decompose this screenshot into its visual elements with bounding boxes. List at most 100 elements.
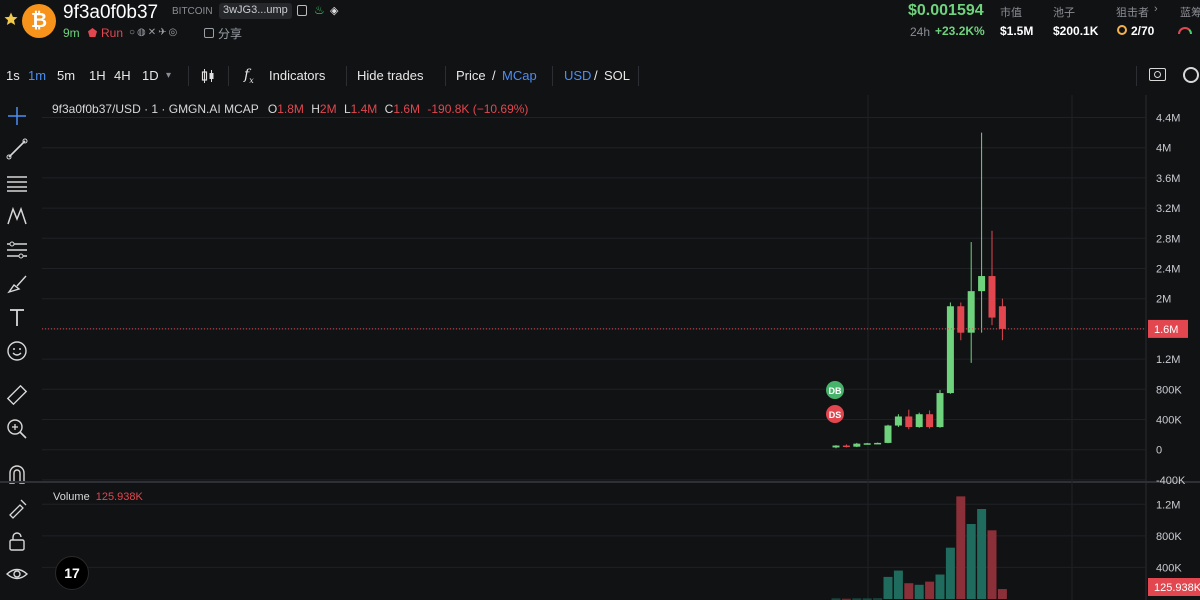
sniper-icon	[1117, 25, 1127, 35]
candle-body[interactable]	[915, 414, 923, 428]
volume-bar	[893, 570, 903, 599]
candle-body[interactable]	[884, 425, 892, 443]
social-icons[interactable]: ○◍✕✈◎	[129, 27, 179, 38]
volume-bar	[987, 530, 997, 599]
volume-bar	[935, 574, 945, 599]
trade-marker-label: DB	[829, 386, 842, 396]
volume-legend-value: 125.938K	[95, 491, 143, 503]
chain-label: BITCOIN	[172, 6, 213, 17]
candle-body[interactable]	[832, 445, 840, 448]
price-chart[interactable]: 4.4M 4M 3.6M 3.2M 2.8M 2.4M 2M 1.6M 1.2M 800K 400K…	[0, 95, 1200, 600]
candle-body[interactable]	[998, 306, 1006, 329]
volume-bar	[914, 584, 924, 599]
legend-symbol: 9f3a0f0b37/USD · 1 · GMGN.AI MCAP	[52, 102, 259, 116]
candle-body[interactable]	[967, 291, 975, 333]
price-axis-tick: 800K	[1156, 384, 1182, 396]
stat-pool-label: 池子	[1053, 7, 1075, 19]
interval-1h[interactable]: 1H	[89, 68, 106, 83]
volume-last-label: 125.938K	[1154, 582, 1200, 594]
indicators-icon[interactable]: fx	[244, 67, 254, 85]
legend-close-value: 1.6M	[393, 102, 421, 116]
change-period: 24h	[910, 25, 931, 39]
usd-toggle[interactable]: USD	[564, 68, 591, 83]
volume-bar	[956, 496, 966, 599]
interval-1m[interactable]: 1m	[28, 68, 46, 83]
volume-axis-tick: 800K	[1156, 531, 1182, 543]
candle-body[interactable]	[874, 442, 882, 445]
price-axis-tick: 2.8M	[1156, 233, 1180, 245]
legend-high-value: 2M	[319, 102, 337, 116]
interval-4h[interactable]: 4H	[114, 68, 131, 83]
price-toggle[interactable]: Price	[456, 68, 486, 83]
token-age: 9m	[63, 26, 80, 40]
run-label: Run	[101, 26, 124, 40]
candle-body[interactable]	[926, 414, 934, 428]
last-price-label: 1.6M	[1154, 324, 1178, 336]
volume-legend-label: Volume	[53, 491, 90, 503]
bitcoin-logo-icon: ₿	[22, 4, 56, 38]
star-icon[interactable]	[4, 12, 18, 26]
ohlc-legend: 9f3a0f0b37/USD · 1 · GMGN.AI MCAP O1.8M …	[52, 102, 528, 116]
volume-bar	[873, 598, 883, 600]
price-axis-tick: 2M	[1156, 294, 1171, 306]
interval-1s[interactable]: 1s	[6, 68, 20, 83]
candlestick-type-icon[interactable]	[201, 69, 215, 83]
separator	[552, 66, 553, 86]
volume-bar	[925, 581, 935, 599]
mcap-toggle[interactable]: MCap	[502, 68, 537, 83]
volume-bar	[831, 598, 841, 600]
stat-snipers-label[interactable]: 狙击者	[1116, 4, 1149, 20]
share-label[interactable]: 分享	[218, 25, 242, 42]
interval-5m[interactable]: 5m	[57, 68, 75, 83]
volume-bar	[977, 509, 987, 599]
chevron-right-icon[interactable]: ›	[1154, 3, 1158, 15]
stat-market-cap-value: $1.5M	[1000, 24, 1034, 38]
volume-bar	[997, 589, 1007, 599]
candle-body[interactable]	[853, 443, 861, 447]
camera-icon[interactable]	[1149, 68, 1166, 81]
stat-bluechip-label: 蓝筹	[1180, 7, 1200, 19]
pill-icon: ◈	[330, 5, 339, 17]
interval-1d[interactable]: 1D	[142, 68, 159, 83]
share-icon[interactable]	[204, 28, 214, 38]
candle-body[interactable]	[863, 443, 871, 445]
gauge-icon	[1178, 27, 1192, 34]
separator	[1136, 66, 1137, 86]
token-address[interactable]: 3wJG3...ump	[219, 3, 292, 19]
fire-icon: ♨	[314, 3, 325, 17]
candle-body[interactable]	[978, 276, 986, 292]
price-axis-tick: 3.6M	[1156, 173, 1180, 185]
legend-high-key: H	[311, 102, 320, 116]
candle-body[interactable]	[988, 276, 996, 318]
indicators-button[interactable]: Indicators	[269, 68, 325, 83]
header: ₿ 9f3a0f0b37 BITCOIN 3wJG3...ump ♨ ◈ 9m …	[0, 0, 1200, 48]
current-price: $0.001594	[908, 2, 984, 19]
slash-separator: /	[492, 68, 496, 83]
stat-pool-value: $200.1K	[1053, 24, 1099, 38]
copy-icon[interactable]	[297, 5, 307, 16]
price-axis-tick: 4M	[1156, 143, 1171, 155]
legend-change: -190.8K (−10.69%)	[427, 102, 529, 116]
price-axis-tick: 4.4M	[1156, 113, 1180, 125]
legend-open-value: 1.8M	[277, 102, 304, 116]
sol-toggle[interactable]: SOL	[604, 68, 630, 83]
legend-open-key: O	[267, 102, 278, 116]
candle-body[interactable]	[936, 393, 944, 428]
candle-body[interactable]	[842, 445, 850, 448]
separator	[346, 66, 347, 86]
volume-bar	[862, 598, 872, 600]
gear-icon[interactable]	[1183, 67, 1199, 83]
stat-snipers-value: 2/70	[1131, 24, 1155, 38]
volume-bar	[966, 524, 976, 599]
volume-bar	[852, 598, 862, 600]
candle-body[interactable]	[894, 416, 902, 426]
volume-legend: Volume 125.938K	[53, 491, 143, 503]
tradingview-logo-icon[interactable]: 17	[55, 556, 89, 590]
candle-body[interactable]	[905, 416, 913, 428]
interval-dropdown-icon[interactable]: ▾	[166, 70, 171, 81]
hide-trades-button[interactable]: Hide trades	[357, 68, 423, 83]
candle-body[interactable]	[946, 306, 954, 394]
separator	[638, 66, 639, 86]
separator	[188, 66, 189, 86]
price-axis-tick: 1.2M	[1156, 354, 1180, 366]
